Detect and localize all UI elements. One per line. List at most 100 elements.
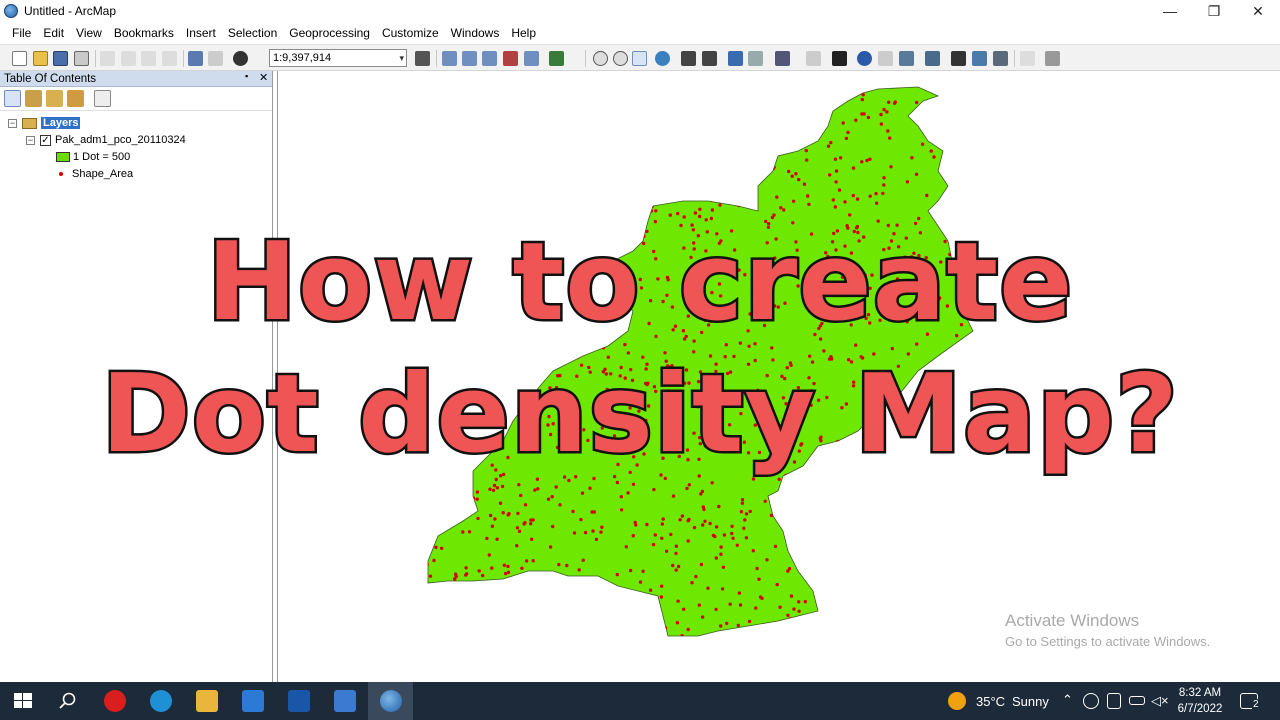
pan-hand-icon[interactable] [632, 51, 647, 66]
list-by-selection-icon[interactable] [67, 90, 84, 107]
windows-start-icon[interactable] [12, 690, 34, 712]
paste-icon[interactable] [141, 51, 156, 66]
find-binoculars-icon[interactable] [951, 51, 966, 66]
map-display[interactable] [277, 71, 1280, 682]
time-slider-icon[interactable] [1020, 51, 1035, 66]
density-dot [499, 249, 503, 253]
forward-extent-icon[interactable] [748, 51, 763, 66]
density-dot [458, 422, 462, 427]
find-route-icon[interactable] [972, 51, 987, 66]
add-data-icon[interactable] [233, 51, 248, 66]
undo-icon[interactable] [188, 51, 203, 66]
meet-now-icon[interactable] [1107, 693, 1121, 709]
close-button[interactable]: ✕ [1236, 0, 1280, 22]
zoom-out-icon[interactable] [613, 51, 628, 66]
weather-sun-icon[interactable] [948, 692, 966, 710]
collapse-icon[interactable]: − [26, 135, 35, 145]
menu-edit[interactable]: Edit [37, 26, 70, 40]
clear-selection-icon[interactable] [806, 51, 821, 66]
arcmap-taskbar-icon[interactable] [380, 690, 402, 712]
back-extent-icon[interactable] [728, 51, 743, 66]
microsoft-store-icon[interactable] [334, 690, 356, 712]
editor-toolbar-icon[interactable] [415, 51, 430, 66]
copy-icon[interactable] [121, 51, 136, 66]
menu-file[interactable]: File [6, 26, 37, 40]
province-polygon[interactable] [427, 86, 974, 637]
list-by-drawing-order-icon[interactable] [4, 90, 21, 107]
layers-label[interactable]: Layers [41, 117, 81, 129]
menu-customize[interactable]: Customize [376, 26, 445, 40]
chevron-down-icon[interactable]: ▾ [399, 50, 404, 66]
collapse-icon[interactable]: − [8, 118, 17, 128]
opera-browser-icon[interactable] [104, 690, 126, 712]
layer-visibility-checkbox[interactable]: ✓ [40, 134, 51, 146]
edge-browser-icon[interactable] [150, 690, 172, 712]
menu-selection[interactable]: Selection [222, 26, 283, 40]
list-by-visibility-icon[interactable] [46, 90, 63, 107]
network-globe-icon[interactable] [1083, 693, 1099, 709]
dot-density-map[interactable] [278, 71, 1280, 682]
html-popup-icon[interactable] [899, 51, 914, 66]
python-window-icon[interactable] [524, 51, 539, 66]
new-document-icon[interactable] [12, 51, 27, 66]
layer-row[interactable]: − ✓ Pak_adm1_pco_20110324 [26, 132, 186, 148]
weather-condition[interactable]: Sunny [1012, 694, 1049, 709]
layers-group-row[interactable]: − Layers [8, 115, 81, 131]
density-dot [663, 351, 667, 355]
go-to-xy-icon[interactable] [993, 51, 1008, 66]
weather-temperature[interactable]: 35°C [976, 694, 1005, 709]
menu-help[interactable]: Help [505, 26, 542, 40]
redo-icon[interactable] [208, 51, 223, 66]
fixed-zoom-in-icon[interactable] [681, 51, 696, 66]
fixed-zoom-out-icon[interactable] [702, 51, 717, 66]
file-explorer-icon[interactable] [196, 690, 218, 712]
map-scale-input[interactable]: 1:9,397,914 ▾ [269, 49, 407, 67]
model-builder-icon[interactable] [549, 51, 564, 66]
zoom-in-icon[interactable] [593, 51, 608, 66]
open-folder-icon[interactable] [33, 51, 48, 66]
density-dot [779, 99, 784, 103]
create-viewer-window-icon[interactable] [1045, 51, 1060, 66]
select-elements-icon[interactable] [832, 51, 847, 66]
density-dot [568, 234, 573, 239]
table-of-contents-window-icon[interactable] [442, 51, 457, 66]
cut-icon[interactable] [100, 51, 115, 66]
menu-geoprocessing[interactable]: Geoprocessing [283, 26, 376, 40]
density-dot [731, 536, 735, 540]
restore-button[interactable]: ❐ [1192, 0, 1236, 22]
volume-muted-icon[interactable]: ◁× [1151, 693, 1169, 709]
layer-name[interactable]: Pak_adm1_pco_20110324 [55, 134, 186, 146]
density-dot [734, 260, 738, 264]
save-icon[interactable] [53, 51, 68, 66]
density-dot [428, 220, 433, 224]
battery-icon[interactable] [1129, 696, 1145, 705]
measure-icon[interactable] [925, 51, 940, 66]
catalog-window-icon[interactable] [462, 51, 477, 66]
identify-icon[interactable] [857, 51, 872, 66]
arctoolbox-icon[interactable] [503, 51, 518, 66]
density-dot [506, 192, 511, 197]
system-clock[interactable]: 8:32 AM 6/7/2022 [1170, 685, 1230, 717]
menu-view[interactable]: View [70, 26, 108, 40]
mail-icon[interactable] [242, 690, 264, 712]
minimize-button[interactable]: — [1148, 0, 1192, 22]
pin-icon[interactable]: ▪ [245, 71, 248, 81]
search-icon[interactable] [57, 690, 79, 712]
toc-close-icon[interactable]: ✕ [259, 71, 268, 84]
search-window-icon[interactable] [482, 51, 497, 66]
delete-icon[interactable] [162, 51, 177, 66]
options-icon[interactable] [94, 90, 111, 107]
density-dot [953, 554, 957, 558]
print-icon[interactable] [74, 51, 89, 66]
select-features-icon[interactable] [775, 51, 790, 66]
menu-bookmarks[interactable]: Bookmarks [108, 26, 180, 40]
wave-app-icon[interactable] [288, 690, 310, 712]
density-dot [503, 595, 508, 600]
density-dot [840, 630, 844, 635]
list-by-source-icon[interactable] [25, 90, 42, 107]
menu-windows[interactable]: Windows [445, 26, 506, 40]
hyperlink-icon[interactable] [878, 51, 893, 66]
menu-insert[interactable]: Insert [180, 26, 222, 40]
show-hidden-icons-chevron-icon[interactable]: ⌃ [1062, 692, 1073, 708]
full-extent-icon[interactable] [655, 51, 670, 66]
